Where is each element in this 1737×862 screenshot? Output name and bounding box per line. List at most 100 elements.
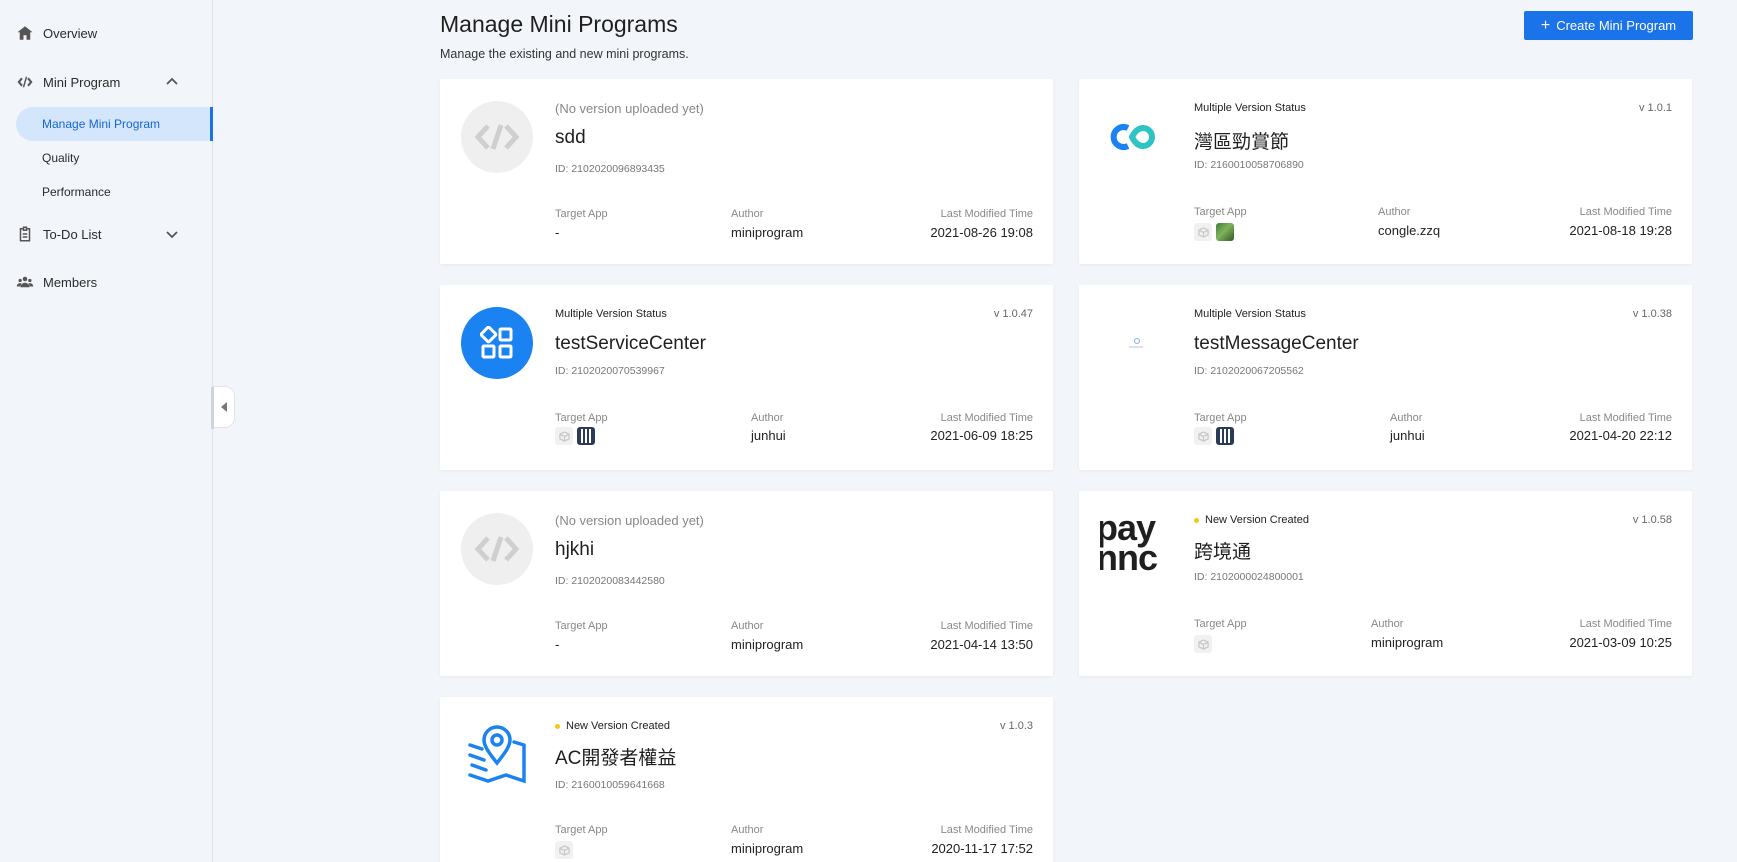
last-modified-value: 2020-11-17 17:52 bbox=[931, 841, 1033, 856]
target-app-label: Target App bbox=[555, 824, 608, 836]
paynow-logo: pay nnc bbox=[1100, 513, 1158, 578]
sidebar: Overview Mini Program Manage Mini Progra… bbox=[0, 0, 213, 862]
home-icon bbox=[17, 26, 33, 40]
nav-members-label: Members bbox=[43, 274, 98, 290]
status-dot bbox=[555, 723, 560, 729]
nav-members[interactable]: Members bbox=[16, 273, 97, 291]
author-value: junhui bbox=[751, 428, 786, 443]
target-app-label: Target App bbox=[1194, 206, 1247, 218]
target-app-icons bbox=[1194, 427, 1234, 445]
page-title: Manage Mini Programs bbox=[440, 11, 678, 37]
version-status: New Version Created bbox=[555, 720, 670, 732]
last-modified-label: Last Modified Time bbox=[1579, 618, 1672, 630]
author-label: Author bbox=[751, 412, 784, 424]
author-value: miniprogram bbox=[1371, 635, 1444, 650]
sidebar-item-performance[interactable]: Performance bbox=[16, 175, 213, 209]
mini-program-name: sdd bbox=[555, 127, 586, 148]
author-value: miniprogram bbox=[731, 225, 804, 240]
version-status: New Version Created bbox=[1194, 514, 1309, 526]
nav-overview-label: Overview bbox=[43, 25, 98, 41]
mini-program-icon bbox=[17, 76, 33, 88]
target-app-icons bbox=[1194, 635, 1212, 653]
last-modified-value: 2021-08-26 19:08 bbox=[930, 225, 1033, 240]
sidebar-item-quality[interactable]: Quality bbox=[16, 141, 213, 175]
version-number: v 1.0.3 bbox=[999, 720, 1033, 732]
mini-program-card[interactable]: Multiple Version Status v 1.0.47 testSer… bbox=[440, 285, 1053, 470]
last-modified-value: 2021-04-20 22:12 bbox=[1569, 428, 1672, 443]
last-modified-value: 2021-03-09 10:25 bbox=[1569, 635, 1672, 650]
version-status: (No version uploaded yet) bbox=[555, 513, 704, 528]
service-center-logo bbox=[461, 307, 533, 379]
last-modified-label: Last Modified Time bbox=[940, 208, 1033, 220]
nav-todo-list[interactable]: To-Do List bbox=[16, 225, 197, 243]
mini-program-name: 跨境通 bbox=[1194, 542, 1252, 563]
nav-mini-program[interactable]: Mini Program bbox=[16, 73, 197, 91]
create-mini-program-button[interactable]: + Create Mini Program bbox=[1524, 11, 1693, 40]
last-modified-label: Last Modified Time bbox=[940, 824, 1033, 836]
target-app-value: - bbox=[555, 637, 560, 652]
message-center-logo bbox=[1100, 307, 1172, 379]
chevron-up-icon[interactable] bbox=[165, 75, 179, 89]
mini-program-card[interactable]: Multiple Version Status v 1.0.1 灣區勁賞節 ID… bbox=[1079, 79, 1692, 264]
mini-program-card[interactable]: (No version uploaded yet) hjkhi ID: 2102… bbox=[440, 491, 1053, 676]
author-value: miniprogram bbox=[731, 841, 804, 856]
mini-program-card[interactable]: (No version uploaded yet) sdd ID: 210202… bbox=[440, 79, 1053, 264]
nav-todo-list-label: To-Do List bbox=[43, 226, 102, 242]
author-label: Author bbox=[1371, 618, 1404, 630]
sidebar-item-label: Manage Mini Program bbox=[42, 117, 161, 131]
app-qr-icon bbox=[577, 427, 595, 445]
target-app-label: Target App bbox=[1194, 618, 1247, 630]
create-mini-program-label: Create Mini Program bbox=[1556, 18, 1677, 33]
mini-program-card[interactable]: pay nnc New Version Created v 1.0.58 跨境通… bbox=[1079, 491, 1692, 676]
mini-program-name: hjkhi bbox=[555, 539, 595, 560]
plus-icon: + bbox=[1540, 16, 1551, 34]
mini-program-id: ID: 2102000024800001 bbox=[1194, 571, 1304, 583]
app-placeholder-icon bbox=[1194, 427, 1212, 445]
mini-program-card[interactable]: Multiple Version Status v 1.0.38 testMes… bbox=[1079, 285, 1692, 470]
clipboard-icon bbox=[19, 226, 31, 242]
sidebar-collapse-button[interactable] bbox=[211, 386, 235, 429]
chevron-down-icon[interactable] bbox=[165, 227, 179, 241]
sidebar-item-label: Quality bbox=[42, 151, 80, 165]
mini-program-logo bbox=[1100, 101, 1172, 173]
members-icon bbox=[16, 276, 34, 288]
target-app-value: - bbox=[555, 225, 560, 240]
mini-program-card[interactable]: New Version Created v 1.0.3 AC開發者權益 ID: … bbox=[440, 697, 1053, 862]
mini-program-id: ID: 2102020070539967 bbox=[555, 365, 665, 377]
sidebar-item-manage-mini-program[interactable]: Manage Mini Program bbox=[16, 107, 213, 141]
nav-mini-program-label: Mini Program bbox=[43, 74, 121, 90]
mini-program-id: ID: 2102020067205562 bbox=[1194, 365, 1304, 377]
mini-program-id: ID: 2160010059641668 bbox=[555, 779, 665, 791]
author-label: Author bbox=[731, 824, 764, 836]
last-modified-label: Last Modified Time bbox=[940, 620, 1033, 632]
page-subtitle: Manage the existing and new mini program… bbox=[440, 47, 689, 61]
last-modified-value: 2021-04-14 13:50 bbox=[930, 637, 1033, 652]
mini-program-placeholder-icon bbox=[461, 513, 533, 585]
version-number: v 1.0.58 bbox=[1632, 514, 1672, 526]
target-app-icons bbox=[555, 841, 573, 859]
last-modified-label: Last Modified Time bbox=[1579, 206, 1672, 218]
version-status: Multiple Version Status bbox=[555, 308, 667, 320]
last-modified-value: 2021-08-18 19:28 bbox=[1569, 223, 1672, 238]
app-thumbnail-icon bbox=[1216, 223, 1234, 241]
mini-program-name: AC開發者權益 bbox=[555, 748, 677, 769]
author-value: congle.zzq bbox=[1378, 223, 1441, 238]
mini-program-id: ID: 2102020096893435 bbox=[555, 163, 665, 175]
target-app-label: Target App bbox=[1194, 412, 1247, 424]
version-number: v 1.0.47 bbox=[993, 308, 1033, 320]
version-number: v 1.0.38 bbox=[1632, 308, 1672, 320]
target-app-label: Target App bbox=[555, 412, 608, 424]
caret-left-icon bbox=[220, 402, 227, 412]
version-status: Multiple Version Status bbox=[1194, 308, 1306, 320]
map-pin-logo bbox=[461, 719, 533, 791]
target-app-icons bbox=[1194, 223, 1234, 241]
target-app-label: Target App bbox=[555, 208, 608, 220]
app-qr-icon bbox=[1216, 427, 1234, 445]
version-status: Multiple Version Status bbox=[1194, 102, 1306, 114]
author-label: Author bbox=[731, 208, 764, 220]
author-value: junhui bbox=[1390, 428, 1425, 443]
mini-program-name: testMessageCenter bbox=[1194, 333, 1359, 354]
sidebar-item-label: Performance bbox=[42, 185, 111, 199]
nav-overview[interactable]: Overview bbox=[16, 24, 97, 42]
mini-program-placeholder-icon bbox=[461, 101, 533, 173]
